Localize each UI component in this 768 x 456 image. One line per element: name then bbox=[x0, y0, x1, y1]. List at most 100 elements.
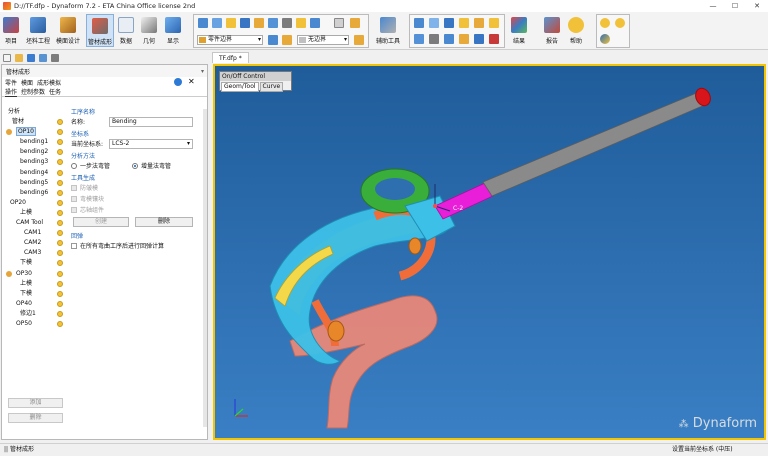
chk-anti-wrinkle[interactable] bbox=[71, 184, 77, 191]
label-icon[interactable] bbox=[489, 18, 499, 28]
tree-node-trim1[interactable]: 修边1 bbox=[4, 309, 66, 319]
tab-part[interactable]: 零件 bbox=[5, 78, 17, 87]
section-icon[interactable] bbox=[310, 18, 320, 28]
visibility-bulb-icon[interactable] bbox=[57, 260, 63, 267]
save-icon[interactable] bbox=[27, 54, 35, 62]
visibility-bulb-icon[interactable] bbox=[57, 300, 63, 307]
tree-node-bending1[interactable]: bending1 bbox=[4, 137, 66, 147]
tab-task[interactable]: 任务 bbox=[49, 87, 61, 96]
tree-node-cam2[interactable]: CAM2 bbox=[4, 238, 66, 248]
element-icon[interactable] bbox=[444, 18, 454, 28]
3d-viewport[interactable]: On/Off Control Geom/Tool Curve C-2 ⁂ Dyn… bbox=[213, 64, 766, 440]
tree-node-op40[interactable]: OP40 bbox=[4, 299, 66, 309]
visibility-bulb-icon[interactable] bbox=[57, 240, 63, 247]
ribbon-display-button[interactable]: 显示 bbox=[165, 14, 181, 45]
radio-incremental[interactable] bbox=[132, 162, 139, 169]
visibility-bulb-icon[interactable] bbox=[57, 290, 63, 297]
tree-node-bending4[interactable]: bending4 bbox=[4, 168, 66, 178]
tree-node-lower-die[interactable]: 下模 bbox=[4, 258, 66, 268]
fit-view-icon[interactable] bbox=[240, 18, 250, 28]
create-button[interactable]: 创建 bbox=[73, 217, 129, 227]
mirror-icon[interactable] bbox=[429, 34, 439, 44]
chk-wiper[interactable] bbox=[71, 195, 77, 202]
tree-node-analysis[interactable]: 分析 bbox=[4, 107, 66, 117]
tree-node-op10[interactable]: OP10 bbox=[4, 127, 66, 137]
shade-icon[interactable] bbox=[268, 18, 278, 28]
curve-icon[interactable] bbox=[459, 18, 469, 28]
visibility-bulb-icon[interactable] bbox=[57, 179, 63, 186]
zoom-icon[interactable] bbox=[226, 18, 236, 28]
tab-control-params[interactable]: 控制参数 bbox=[21, 87, 45, 96]
info-icon[interactable] bbox=[615, 18, 625, 28]
ribbon-data-button[interactable]: 数据 bbox=[118, 14, 134, 45]
visibility-bulb-icon[interactable] bbox=[57, 119, 63, 126]
edge-icon[interactable] bbox=[282, 35, 292, 45]
check-icon[interactable] bbox=[474, 34, 484, 44]
visibility-bulb-icon[interactable] bbox=[57, 169, 63, 176]
document-tab[interactable]: TF.dfp * bbox=[212, 52, 249, 63]
tab-forming-simulation[interactable]: 成形模拟 bbox=[37, 78, 61, 87]
panel-pin-icon[interactable]: ▾ bbox=[201, 68, 204, 75]
tree-node-upper-die[interactable]: 上模 bbox=[4, 208, 66, 218]
transform-icon[interactable] bbox=[414, 34, 424, 44]
new-file-icon[interactable] bbox=[3, 54, 11, 62]
remove-operation-button[interactable]: 删除 bbox=[8, 413, 63, 423]
normal-icon[interactable] bbox=[268, 35, 278, 45]
project-curve-icon[interactable] bbox=[459, 34, 469, 44]
panel-scrollbar[interactable] bbox=[203, 109, 207, 427]
tab-die-face[interactable]: 模面 bbox=[21, 78, 33, 87]
tree-node-bending5[interactable]: bending5 bbox=[4, 178, 66, 188]
tree-node-bending3[interactable]: bending3 bbox=[4, 157, 66, 167]
open-folder-icon[interactable] bbox=[15, 54, 23, 62]
ribbon-die-face-button[interactable]: 模面设计 bbox=[56, 14, 80, 45]
node-icon[interactable] bbox=[429, 18, 439, 28]
ribbon-help-button[interactable]: 帮助 bbox=[568, 14, 584, 45]
web-icon[interactable] bbox=[600, 34, 610, 44]
eraser-icon[interactable] bbox=[354, 35, 364, 45]
part-boundary-select[interactable]: 零件边界 bbox=[197, 35, 263, 45]
visibility-bulb-icon[interactable] bbox=[57, 320, 63, 327]
render-icon[interactable] bbox=[350, 18, 360, 28]
ribbon-report-button[interactable]: 报告 bbox=[544, 14, 560, 45]
ribbon-project-button[interactable]: 项目 bbox=[3, 14, 19, 45]
light-icon[interactable] bbox=[296, 18, 306, 28]
visibility-bulb-icon[interactable] bbox=[57, 129, 63, 136]
wireframe-icon[interactable] bbox=[282, 18, 292, 28]
visibility-bulb-icon[interactable] bbox=[57, 159, 63, 166]
tree-node-cam3[interactable]: CAM3 bbox=[4, 248, 66, 258]
visibility-bulb-icon[interactable] bbox=[57, 310, 63, 317]
panel-close-icon[interactable]: ✕ bbox=[188, 77, 195, 86]
delete-tool-icon[interactable] bbox=[489, 34, 499, 44]
visibility-bulb-icon[interactable] bbox=[57, 270, 63, 277]
tree-node-cam1[interactable]: CAM1 bbox=[4, 228, 66, 238]
name-input[interactable]: Bending bbox=[109, 116, 193, 127]
visibility-bulb-icon[interactable] bbox=[57, 280, 63, 287]
visibility-bulb-icon[interactable] bbox=[57, 189, 63, 196]
copy-icon[interactable] bbox=[334, 18, 344, 28]
chk-springback[interactable] bbox=[71, 242, 77, 249]
no-boundary-select[interactable]: 无边界 bbox=[297, 35, 349, 45]
visibility-bulb-icon[interactable] bbox=[57, 250, 63, 257]
close-window-button[interactable]: ✕ bbox=[746, 0, 768, 12]
ribbon-blank-engineering-button[interactable]: 坯料工程 bbox=[26, 14, 50, 45]
view-cube-icon[interactable] bbox=[254, 18, 264, 28]
tree-node-op30-lower[interactable]: 下模 bbox=[4, 289, 66, 299]
tree-node-bending2[interactable]: bending2 bbox=[4, 147, 66, 157]
visibility-bulb-icon[interactable] bbox=[57, 199, 63, 206]
measure-icon[interactable] bbox=[414, 18, 424, 28]
tree-node-tube[interactable]: 管材 bbox=[4, 117, 66, 127]
visibility-bulb-icon[interactable] bbox=[57, 149, 63, 156]
minimize-button[interactable]: — bbox=[702, 0, 724, 12]
pan-icon[interactable] bbox=[212, 18, 222, 28]
tree-node-cam-tool[interactable]: CAM Tool bbox=[4, 218, 66, 228]
chk-mandrel[interactable] bbox=[71, 206, 77, 213]
tree-node-op20[interactable]: OP20 bbox=[4, 198, 66, 208]
visibility-bulb-icon[interactable] bbox=[57, 209, 63, 216]
offset-icon[interactable] bbox=[444, 34, 454, 44]
delete-button[interactable]: 删除 bbox=[135, 217, 193, 227]
ribbon-tube-forming-button[interactable]: 管材成形 bbox=[86, 14, 115, 47]
tree-node-bending6[interactable]: bending6 bbox=[4, 188, 66, 198]
maximize-button[interactable]: ☐ bbox=[724, 0, 746, 12]
tree-node-op50[interactable]: OP50 bbox=[4, 319, 66, 329]
save-as-icon[interactable] bbox=[39, 54, 47, 62]
